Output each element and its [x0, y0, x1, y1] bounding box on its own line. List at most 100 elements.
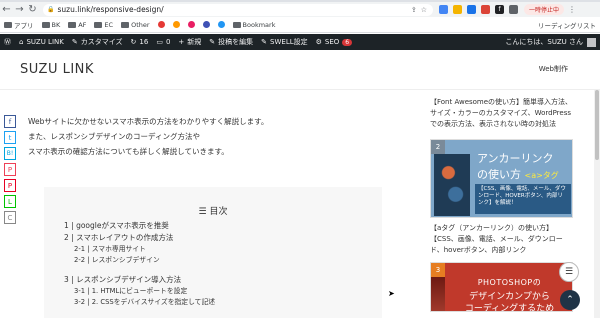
apps-icon	[4, 21, 12, 28]
toc-item[interactable]: 2 | スマホレイアウトの作成方法	[64, 232, 215, 244]
bookmark-folder[interactable]: AF	[68, 21, 86, 29]
share-icon[interactable]: ⇪	[411, 6, 417, 14]
toc-title: ☰ 目次	[44, 204, 382, 217]
site-logo[interactable]: SUZU LINK	[20, 62, 94, 77]
extension-icon[interactable]: f	[495, 5, 504, 14]
amazon-icon	[172, 21, 180, 28]
ab-seo-label: SEO	[324, 38, 340, 46]
ab-greeting: こんにちは、SUZU さん	[505, 38, 583, 46]
bookmark-folder[interactable]: BK	[41, 20, 61, 29]
card-title[interactable]: 【aタグ（アンカーリンク）の使い方】【CSS、画像、電話、メール、ダウンロード、…	[430, 223, 575, 256]
bookmark-star-icon[interactable]: ☆	[421, 6, 427, 14]
toc-item[interactable]: 1 | googleがスマホ表示を推奨	[64, 220, 215, 232]
back-to-top-icon[interactable]: ⌃	[560, 290, 580, 310]
ab-account[interactable]: こんにちは、SUZU さん	[505, 37, 596, 47]
scrollbar-thumb[interactable]	[595, 90, 599, 160]
card-thumbnail[interactable]: 2 アンカーリンク の使い方 <a>タグ 【CSS、画像、電話、メール、ダウンロ…	[430, 139, 573, 218]
ab-swell[interactable]: ✎ SWELL設定	[261, 37, 307, 47]
mouse-cursor-icon: ➤	[388, 289, 395, 298]
toc-item[interactable]: 3 | レスポンシブデザイン導入方法	[64, 274, 215, 286]
bookmarks-bar: アプリ BK AF EC Other Bookmark リーディングリスト	[0, 17, 600, 33]
extension-icon[interactable]	[481, 5, 490, 14]
bookmark-site[interactable]	[217, 21, 225, 28]
bookmark-site[interactable]	[157, 21, 165, 28]
back-icon[interactable]: ←	[0, 3, 13, 16]
ab-comments[interactable]: ▭ 0	[156, 38, 170, 46]
site-header: SUZU LINK Web制作	[0, 50, 600, 90]
card-thumbnail[interactable]: 3 PHOTOSHOPの デザインカンプから コーディングするため	[430, 262, 573, 312]
site-icon	[202, 21, 210, 28]
lock-icon: 🔒	[47, 6, 55, 13]
bookmark-folder[interactable]: Bookmark	[232, 20, 276, 29]
bookmark-apps[interactable]: アプリ	[4, 20, 34, 30]
gear-icon: ⚙	[315, 38, 322, 46]
ab-edit[interactable]: ✎ 投稿を編集	[209, 37, 253, 47]
scrollbar[interactable]	[594, 90, 600, 318]
twitter-share-icon[interactable]: t	[4, 131, 16, 144]
menu-icon[interactable]: ⋮	[568, 5, 576, 14]
wp-logo-icon[interactable]: Ⓦ	[4, 37, 11, 47]
pocket-share-icon[interactable]: P	[4, 163, 16, 176]
ab-updates[interactable]: ↻ 16	[131, 38, 149, 46]
bookmark-folder[interactable]: EC	[94, 21, 113, 29]
bookmark-folder[interactable]: Other	[121, 21, 150, 29]
card-title[interactable]: 【Font Awesomeの使い方】簡単導入方法、サイズ・カラーのカスタマイズ、…	[430, 97, 575, 130]
folder-icon	[121, 21, 130, 28]
reading-list[interactable]: リーディングリスト	[538, 20, 596, 30]
profile-label: 一時停止中	[529, 7, 560, 14]
forward-icon[interactable]: →	[13, 3, 26, 16]
pinterest-share-icon[interactable]: P	[4, 179, 16, 192]
swell-icon: ✎	[261, 38, 268, 46]
line-share-icon[interactable]: L	[4, 195, 16, 208]
address-bar[interactable]: 🔒 suzu.link/responsive-design/ ⇪ ☆	[43, 3, 433, 16]
brush-icon: ✎	[71, 38, 78, 46]
extension-icon[interactable]	[467, 5, 476, 14]
thumb-caption: 【CSS、画像、電話、メール、ダウンロード、HOVERボタン、内部リンク】を解説…	[475, 184, 571, 214]
bookmark-label: AF	[78, 20, 87, 29]
ab-customize[interactable]: ✎ カスタマイズ	[72, 37, 123, 47]
reading-list-label: リーディングリスト	[537, 21, 596, 30]
bookmark-site[interactable]	[172, 21, 180, 28]
list-icon: ☰	[198, 207, 210, 217]
nav-item-web[interactable]: Web制作	[539, 64, 568, 74]
toc-fab-icon[interactable]: ☰	[559, 262, 579, 282]
facebook-share-icon[interactable]: f	[4, 115, 16, 128]
ab-new[interactable]: + 新規	[178, 37, 201, 47]
thumb-text: コーディングするため	[464, 304, 555, 312]
hatena-share-icon[interactable]: B!	[4, 147, 16, 160]
reload-icon[interactable]: ↻	[26, 3, 39, 16]
avatar	[587, 37, 596, 47]
pencil-icon: ✎	[209, 38, 216, 46]
profile-button[interactable]: 一時停止中	[524, 4, 565, 15]
home-icon: ⌂	[19, 38, 24, 46]
thumbnail-image	[431, 277, 445, 311]
bookmark-label: Bookmark	[242, 20, 276, 29]
toc-subitem[interactable]: 3-1 | 1. HTMLにビューポートを設定	[64, 286, 215, 297]
toc-spacer	[64, 266, 215, 274]
toc-subitem[interactable]: 2-1 | スマホ専用サイト	[64, 244, 215, 255]
ab-swell-label: SWELL設定	[270, 38, 308, 46]
puzzle-icon[interactable]	[509, 5, 518, 14]
toc-list: 1 | googleがスマホ表示を推奨 2 | スマホレイアウトの作成方法 2-…	[64, 220, 215, 308]
thumbnail-image	[434, 154, 470, 216]
site-icon	[187, 21, 195, 28]
folder-icon	[232, 21, 241, 28]
intro-line: スマホ表示の確認方法についても詳しく解説していきます。	[28, 147, 229, 156]
ab-edit-label: 投稿を編集	[218, 38, 254, 46]
bookmark-site[interactable]	[202, 21, 210, 28]
extension-icon[interactable]	[453, 5, 462, 14]
share-buttons: f t B! P P L C	[4, 115, 16, 224]
extension-icon[interactable]	[439, 5, 448, 14]
rank-badge: 3	[431, 263, 445, 277]
ab-site[interactable]: ⌂ SUZU LINK	[19, 38, 64, 46]
thumb-text: アンカーリンク	[477, 152, 554, 165]
bookmark-label: BK	[51, 20, 61, 29]
toc-subitem[interactable]: 3-2 | 2. CSSをデバイスサイズを指定して記述	[64, 297, 215, 308]
toc-subitem[interactable]: 2-2 | レスポンシブデザイン	[64, 255, 215, 266]
copy-link-icon[interactable]: C	[4, 211, 16, 224]
folder-icon	[68, 21, 77, 28]
bookmark-site[interactable]	[187, 21, 195, 28]
url-text: suzu.link/responsive-design/	[57, 5, 164, 14]
ab-site-label: SUZU LINK	[26, 38, 64, 46]
ab-seo[interactable]: ⚙ SEO 6	[316, 38, 353, 46]
